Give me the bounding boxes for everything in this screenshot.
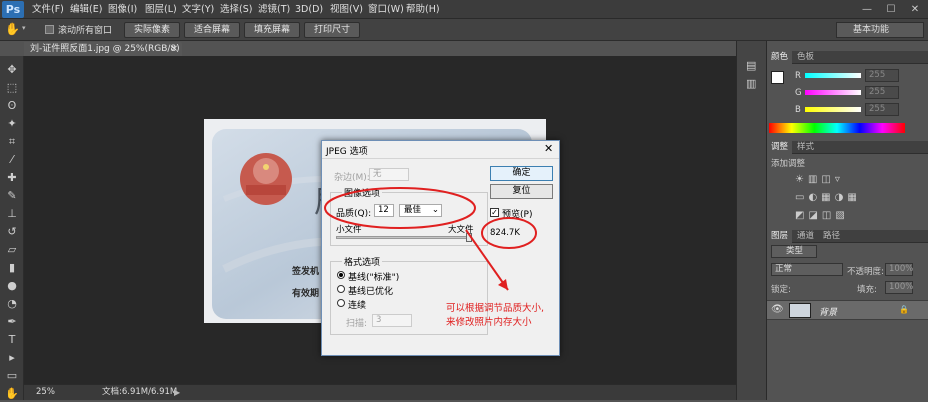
annotation-text-line2: 来修改照片内存大小	[446, 317, 532, 328]
annotation-arrow-line	[465, 229, 509, 291]
quality-highlight-ellipse	[324, 187, 476, 229]
size-highlight-ellipse	[481, 217, 537, 249]
annotation-arrowhead	[498, 279, 508, 290]
annotation-overlay	[324, 187, 537, 291]
annotation-text-line1: 可以根据调节品质大小,	[446, 303, 545, 314]
